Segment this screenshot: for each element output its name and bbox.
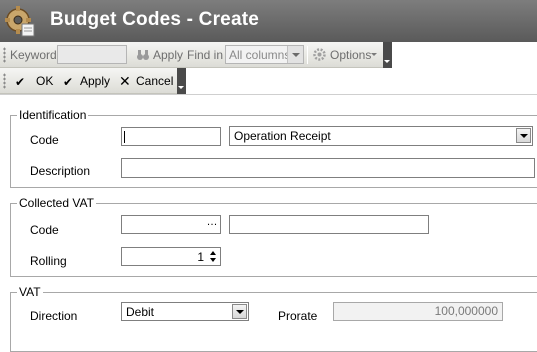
direction-combo[interactable]: Debit [121, 302, 249, 321]
chevron-down-icon[interactable] [516, 128, 531, 143]
vat-code-label: Code [30, 223, 59, 237]
cancel-x-icon: ✕ [119, 73, 131, 89]
ok-check-icon: ✔ [15, 75, 26, 89]
rolling-stepper[interactable]: 1 [121, 247, 221, 266]
keyword-input[interactable] [57, 45, 127, 64]
identification-group: Identification Code Operation Receipt De… [10, 108, 537, 188]
lookup-ellipsis-button[interactable]: … [205, 217, 219, 232]
code-label: Code [30, 133, 59, 147]
collected-vat-group: Collected VAT Code … Rolling 1 [10, 196, 537, 277]
keyword-label: Keyword [10, 48, 57, 62]
ok-button[interactable]: OK [36, 74, 53, 88]
collected-vat-legend: Collected VAT [17, 196, 96, 210]
rolling-label: Rolling [30, 254, 67, 268]
toolbar-overflow-button[interactable] [177, 68, 186, 94]
app-gear-icon [5, 6, 35, 37]
description-label: Description [30, 164, 91, 178]
vat-legend: VAT [17, 285, 43, 299]
window-title: Budget Codes - Create [50, 9, 260, 30]
search-toolbar: Keyword Apply Find in All columns Option… [0, 42, 392, 68]
identification-legend: Identification [17, 108, 89, 122]
search-apply-button[interactable]: Apply [153, 48, 183, 62]
vat-code-input[interactable]: … [121, 215, 221, 234]
options-button[interactable]: Options [330, 48, 371, 62]
chevron-down-icon[interactable] [232, 304, 247, 319]
text-cursor [124, 131, 125, 143]
find-in-select[interactable]: All columns [225, 45, 304, 64]
vat-group: VAT Direction Debit Prorate 100,000000 [10, 285, 537, 352]
chevron-down-icon [287, 46, 303, 63]
options-chevron-icon [371, 53, 377, 56]
toolbar-overflow-button[interactable] [383, 42, 392, 68]
description-input[interactable] [121, 158, 535, 178]
rolling-value: 1 [197, 250, 204, 264]
window-title-bar: Budget Codes - Create [0, 0, 537, 42]
code-input[interactable] [121, 127, 221, 146]
vat-code-description-input[interactable] [229, 215, 429, 234]
find-in-value: All columns [229, 48, 291, 62]
binoculars-icon [137, 50, 149, 60]
prorate-label: Prorate [278, 309, 318, 323]
toolbar-grip[interactable] [3, 73, 6, 89]
direction-value: Debit [126, 305, 155, 319]
gear-icon [313, 48, 326, 61]
spin-arrows-icon[interactable] [208, 249, 219, 264]
find-in-label: Find in [187, 48, 224, 62]
prorate-input[interactable]: 100,000000 [333, 302, 503, 321]
apply-button[interactable]: Apply [80, 74, 110, 88]
apply-check-icon: ✔ [63, 75, 74, 89]
type-combo[interactable]: Operation Receipt [229, 126, 533, 146]
action-toolbar: ✔ OK ✔ Apply ✕ Cancel [0, 68, 186, 94]
form-panel: Identification Code Operation Receipt De… [0, 94, 537, 352]
cancel-button[interactable]: Cancel [136, 74, 173, 88]
toolbar-separator [307, 46, 308, 64]
direction-label: Direction [30, 309, 78, 323]
toolbar-grip[interactable] [3, 47, 6, 63]
type-value: Operation Receipt [234, 129, 331, 143]
